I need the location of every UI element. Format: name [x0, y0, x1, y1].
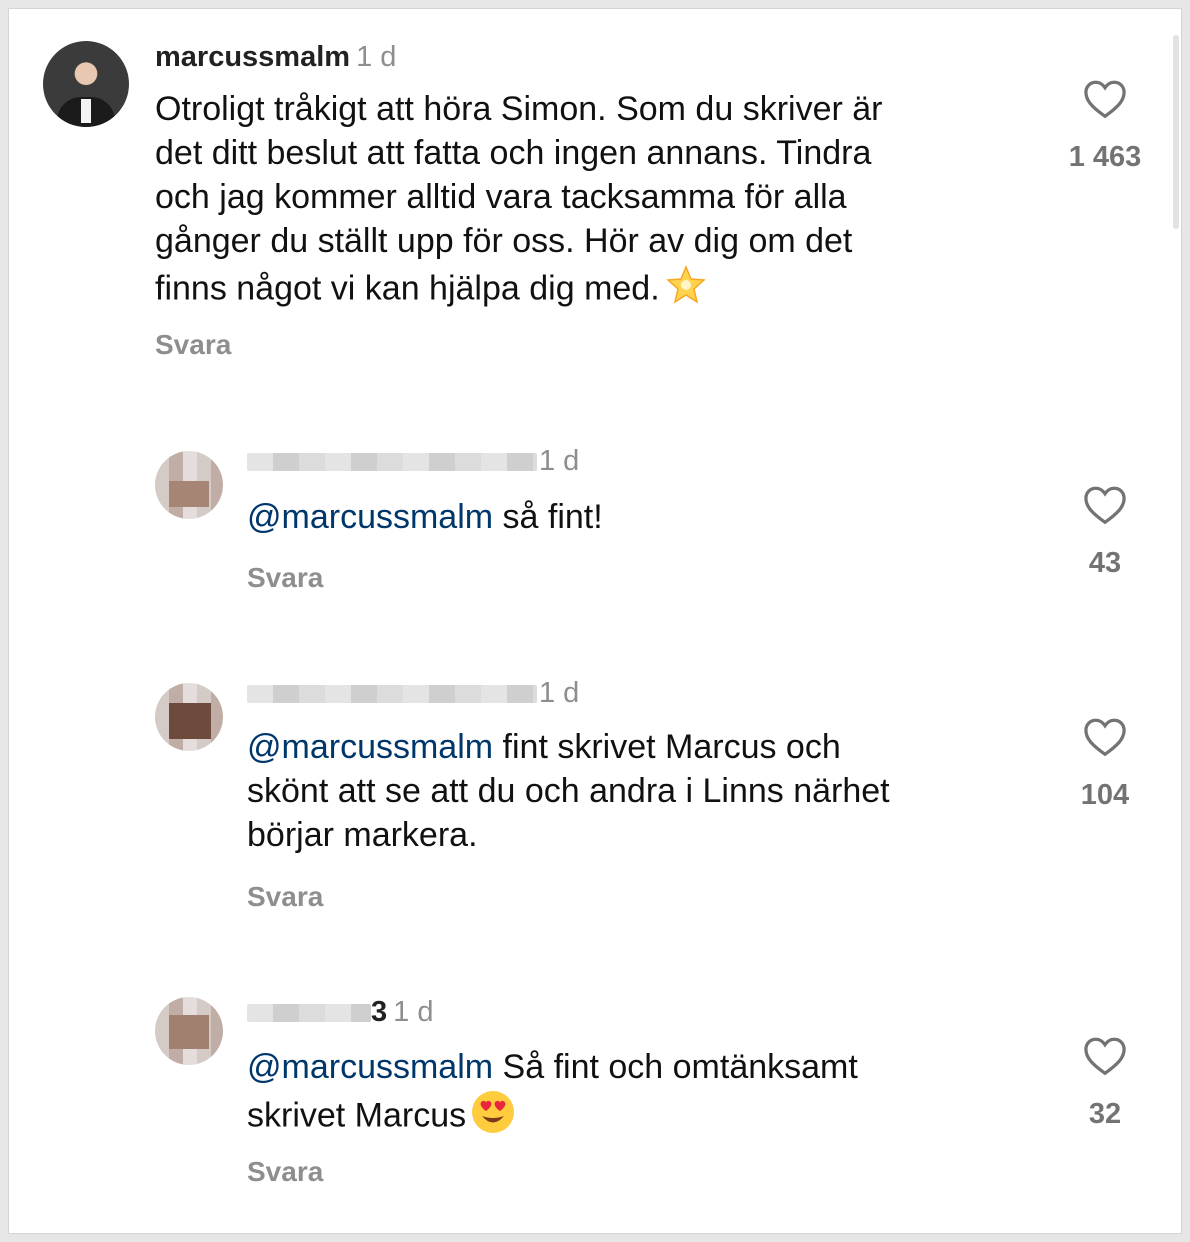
timestamp: 1 d: [539, 677, 580, 709]
mention-link[interactable]: @marcussmalm: [247, 728, 493, 766]
reply-button[interactable]: Svara: [247, 881, 323, 913]
like-button[interactable]: 43: [1060, 485, 1150, 580]
avatar[interactable]: [155, 997, 223, 1065]
heart-icon[interactable]: [1083, 717, 1127, 757]
comment-header: marcussmalm 1 d: [155, 41, 396, 74]
redacted-username[interactable]: [247, 685, 537, 704]
username-suffix: 3: [371, 996, 388, 1028]
reply-button[interactable]: Svara: [155, 329, 231, 361]
timestamp: 1 d: [393, 996, 434, 1028]
redacted-username[interactable]: [247, 453, 537, 472]
reply-button[interactable]: Svara: [247, 562, 323, 594]
comment-header: 1 d: [247, 677, 579, 710]
mention-link[interactable]: @marcussmalm: [247, 1048, 493, 1086]
redacted-username[interactable]: [247, 1004, 371, 1023]
like-button[interactable]: 32: [1060, 1036, 1150, 1131]
timestamp: 1 d: [539, 445, 580, 477]
comment-text: @marcussmalm Så fint och omtänksamt skri…: [247, 1045, 858, 1146]
timestamp: 1 d: [356, 41, 397, 73]
comment-text: Otroligt tråkigt att höra Simon. Som du …: [155, 87, 882, 318]
like-count: 32: [1088, 1098, 1122, 1130]
avatar[interactable]: [155, 451, 223, 519]
like-count: 1 463: [1068, 141, 1142, 173]
heart-icon[interactable]: [1083, 1036, 1127, 1076]
glowing-star-icon: [664, 263, 708, 318]
reply-button[interactable]: Svara: [247, 1156, 323, 1188]
heart-icon[interactable]: [1083, 79, 1127, 119]
comment-header: 1 d: [247, 445, 579, 478]
like-count: 104: [1080, 779, 1130, 811]
heart-eyes-face-icon: [470, 1089, 516, 1146]
scrollbar[interactable]: [1173, 35, 1179, 229]
heart-icon[interactable]: [1083, 485, 1127, 525]
like-count: 43: [1088, 547, 1122, 579]
comment-text: @marcussmalm fint skrivet Marcus och skö…: [247, 728, 890, 854]
mention-link[interactable]: @marcussmalm: [247, 498, 493, 536]
avatar[interactable]: [43, 41, 129, 127]
avatar[interactable]: [155, 683, 223, 751]
comment-text: @marcussmalm så fint!: [247, 498, 603, 536]
like-button[interactable]: 104: [1060, 717, 1150, 812]
like-button[interactable]: 1 463: [1060, 79, 1150, 174]
comment-thread: marcussmalm 1 d Otroligt tråkigt att höra…: [8, 8, 1182, 1234]
username[interactable]: marcussmalm: [155, 41, 350, 73]
comment-header: 31 d: [247, 996, 433, 1029]
